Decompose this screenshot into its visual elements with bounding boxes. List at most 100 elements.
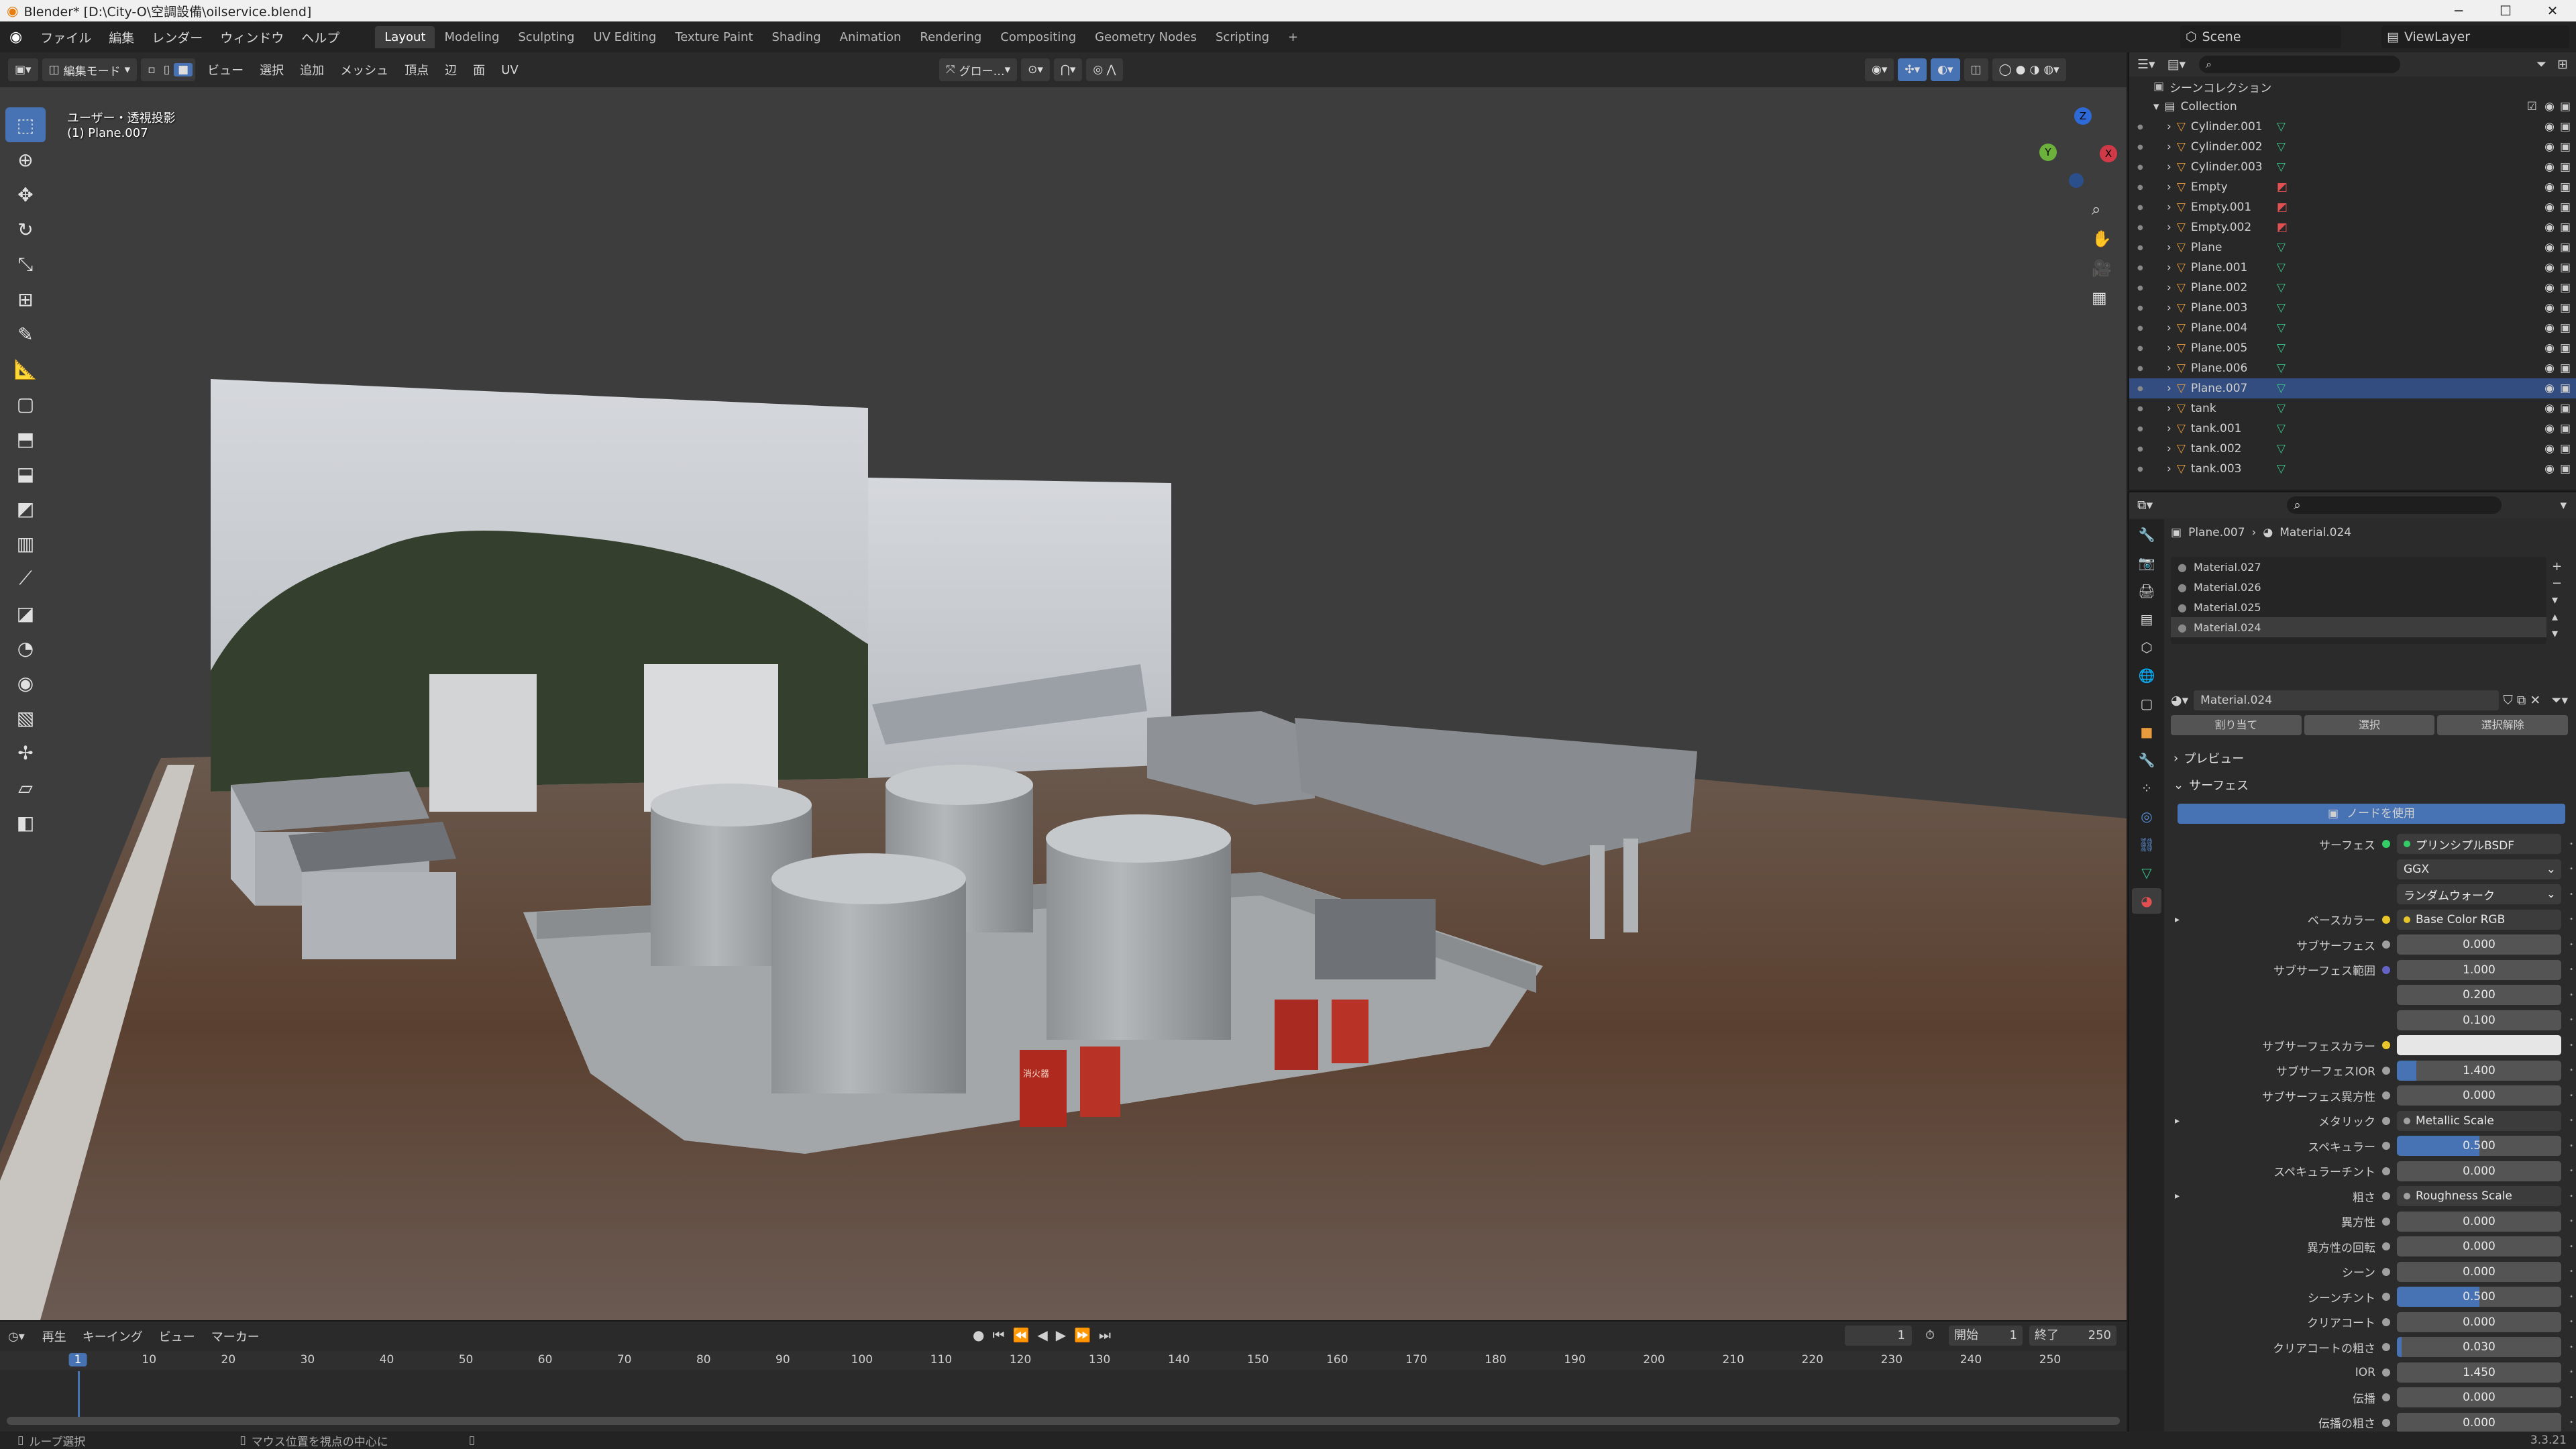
cursor-tool-icon[interactable]: ⊕ bbox=[5, 142, 46, 177]
eye-icon[interactable]: ◉ bbox=[2544, 422, 2555, 435]
proportional-edit-toggle[interactable]: ◎ ⋀ bbox=[1086, 58, 1123, 81]
expand-icon[interactable]: › bbox=[2167, 160, 2171, 174]
eye-icon[interactable]: ◉ bbox=[2544, 221, 2555, 234]
y-axis-handle[interactable]: Y bbox=[2039, 144, 2057, 161]
keyframe-dot-icon[interactable]: • bbox=[2569, 1243, 2573, 1250]
preview-section-header[interactable]: › プレビュー bbox=[2164, 746, 2575, 770]
expand-icon[interactable]: › bbox=[2167, 442, 2171, 455]
keyframe-dot-icon[interactable]: • bbox=[2569, 916, 2573, 923]
outliner-item[interactable]: ● › ▽ tank ▽ ◉ ▣ bbox=[2129, 398, 2576, 419]
rendered-shading-icon[interactable]: ◍ bbox=[2043, 63, 2053, 76]
use-nodes-button[interactable]: ▣ ノードを使用 bbox=[2178, 804, 2565, 824]
duplicate-icon[interactable]: ⧉ bbox=[2517, 693, 2526, 708]
socket-icon[interactable] bbox=[2382, 1418, 2390, 1427]
outliner-item[interactable]: ● › ▽ Plane.006 ▽ ◉ ▣ bbox=[2129, 358, 2576, 378]
expand-icon[interactable]: ▾ bbox=[2153, 100, 2159, 113]
outliner-item[interactable]: ● › ▽ Cylinder.002 ▽ ◉ ▣ bbox=[2129, 137, 2576, 157]
world-tab-icon[interactable]: 🌐 bbox=[2132, 663, 2161, 688]
value-field[interactable]: Base Color RGB bbox=[2397, 909, 2561, 930]
camera-icon[interactable]: ▣ bbox=[2560, 261, 2571, 274]
gizmo-toggle[interactable]: ✣▾ bbox=[1898, 58, 1927, 81]
camera-icon[interactable]: ▣ bbox=[2560, 301, 2571, 315]
eye-icon[interactable]: ◉ bbox=[2544, 160, 2555, 174]
eye-icon[interactable]: ◉ bbox=[2544, 261, 2555, 274]
shading-mode-group[interactable]: ◯ ● ◑ ◍ ▾ bbox=[1992, 58, 2066, 81]
start-frame-field[interactable]: 開始 1 bbox=[1949, 1326, 2023, 1346]
material-shading-icon[interactable]: ◑ bbox=[2029, 63, 2039, 76]
visibility-dropdown[interactable]: ◉▾ bbox=[1865, 58, 1894, 81]
socket-icon[interactable] bbox=[2382, 1242, 2390, 1250]
eye-icon[interactable]: ◉ bbox=[2544, 362, 2555, 375]
material-slot-item[interactable]: ● Material.025 bbox=[2171, 597, 2546, 617]
remove-slot-icon[interactable]: − bbox=[2552, 576, 2562, 590]
timeline-menu-playback[interactable]: 再生 bbox=[34, 1328, 74, 1345]
keyframe-dot-icon[interactable]: • bbox=[2569, 1042, 2573, 1049]
value-field[interactable]: Metallic Scale bbox=[2397, 1110, 2561, 1131]
menu-edit[interactable]: 編集 bbox=[100, 28, 143, 46]
collection-tab-icon[interactable]: ▢ bbox=[2132, 691, 2161, 716]
value-field[interactable]: 0.500 bbox=[2397, 1136, 2561, 1156]
dropdown[interactable]: GGX ⌄ bbox=[2397, 859, 2561, 879]
tab-animation[interactable]: Animation bbox=[830, 26, 911, 48]
expand-icon[interactable]: › bbox=[2167, 120, 2171, 133]
eye-icon[interactable]: ◉ bbox=[2544, 281, 2555, 294]
eye-icon[interactable]: ◉ bbox=[2544, 462, 2555, 476]
outliner-search-input[interactable]: ⌕ bbox=[2199, 56, 2401, 73]
socket-icon[interactable] bbox=[2382, 1142, 2390, 1150]
expand-icon[interactable]: › bbox=[2167, 362, 2171, 375]
value-field[interactable]: 0.000 bbox=[2397, 1311, 2561, 1332]
tab-geometry-nodes[interactable]: Geometry Nodes bbox=[1085, 26, 1206, 48]
camera-icon[interactable]: ▣ bbox=[2560, 241, 2571, 254]
socket-icon[interactable] bbox=[2382, 1217, 2390, 1226]
menu-window[interactable]: ウィンドウ bbox=[211, 28, 292, 46]
eye-icon[interactable]: ◉ bbox=[2544, 382, 2555, 395]
keyframe-dot-icon[interactable]: • bbox=[2569, 966, 2573, 973]
active-dot-icon[interactable]: ● bbox=[2137, 405, 2143, 413]
socket-icon[interactable] bbox=[2382, 1091, 2390, 1099]
tab-layout[interactable]: Layout bbox=[375, 25, 435, 48]
socket-icon[interactable] bbox=[2382, 1368, 2390, 1377]
menu-vertex[interactable]: 頂点 bbox=[396, 61, 437, 78]
value-field[interactable]: 0.000 bbox=[2397, 1387, 2561, 1407]
value-field[interactable]: 0.000 bbox=[2397, 1261, 2561, 1282]
active-dot-icon[interactable]: ● bbox=[2137, 466, 2143, 473]
filter-icon[interactable]: ⏷ bbox=[2536, 57, 2546, 72]
camera-icon[interactable]: ▣ bbox=[2560, 422, 2571, 435]
keyframe-dot-icon[interactable]: • bbox=[2569, 1193, 2573, 1200]
expand-icon[interactable]: › bbox=[2167, 261, 2171, 274]
outliner-item[interactable]: ● › ▽ Plane.001 ▽ ◉ ▣ bbox=[2129, 258, 2576, 278]
pan-hand-icon[interactable]: ✋ bbox=[2092, 229, 2112, 248]
eye-icon[interactable]: ◉ bbox=[2544, 442, 2555, 455]
step-forward-icon[interactable]: ⏩ bbox=[1074, 1327, 1091, 1343]
socket-icon[interactable] bbox=[2382, 1016, 2390, 1024]
value-field[interactable]: 1.450 bbox=[2397, 1362, 2561, 1383]
keyframe-dot-icon[interactable]: • bbox=[2569, 1368, 2573, 1376]
slot-menu-icon[interactable]: ▾ bbox=[2552, 593, 2562, 607]
transform-tool-icon[interactable]: ⊞ bbox=[5, 282, 46, 317]
poly-build-tool-icon[interactable]: ◪ bbox=[5, 596, 46, 631]
frame-ruler[interactable]: 1 10 20 30 40 50 60 70 80 90 100 110 120 130 140 150 160… bbox=[0, 1351, 2127, 1370]
menu-render[interactable]: レンダー bbox=[143, 28, 211, 46]
play-reverse-icon[interactable]: ◀ bbox=[1037, 1327, 1047, 1343]
keyframe-dot-icon[interactable]: • bbox=[2569, 991, 2573, 999]
active-dot-icon[interactable]: ● bbox=[2137, 365, 2143, 372]
camera-icon[interactable]: ▣ bbox=[2560, 442, 2571, 455]
face-select-icon[interactable]: ■ bbox=[174, 63, 193, 76]
timeline-menu-marker[interactable]: マーカー bbox=[203, 1328, 268, 1345]
select-button[interactable]: 選択 bbox=[2304, 715, 2435, 735]
camera-icon[interactable]: ▣ bbox=[2560, 180, 2571, 194]
timeline-menu-keying[interactable]: キーイング bbox=[74, 1328, 151, 1345]
shear-tool-icon[interactable]: ▱ bbox=[5, 770, 46, 805]
socket-icon[interactable] bbox=[2382, 1116, 2390, 1125]
eye-icon[interactable]: ◉ bbox=[2544, 341, 2555, 355]
expand-icon[interactable]: › bbox=[2167, 321, 2171, 335]
assign-button[interactable]: 割り当て bbox=[2171, 715, 2302, 735]
inset-tool-icon[interactable]: ⬓ bbox=[5, 456, 46, 491]
outliner-item[interactable]: ● › ▽ Empty ◩ ◉ ▣ bbox=[2129, 177, 2576, 197]
camera-icon[interactable]: ▣ bbox=[2560, 402, 2571, 415]
snap-toggle[interactable]: ⋂▾ bbox=[1053, 58, 1083, 81]
socket-icon[interactable] bbox=[2382, 1167, 2390, 1175]
active-dot-icon[interactable]: ● bbox=[2137, 305, 2143, 312]
transform-orientation-dropdown[interactable]: ⤧ グロー… ▾ bbox=[939, 58, 1018, 81]
value-field[interactable]: 0.100 bbox=[2397, 1010, 2561, 1030]
